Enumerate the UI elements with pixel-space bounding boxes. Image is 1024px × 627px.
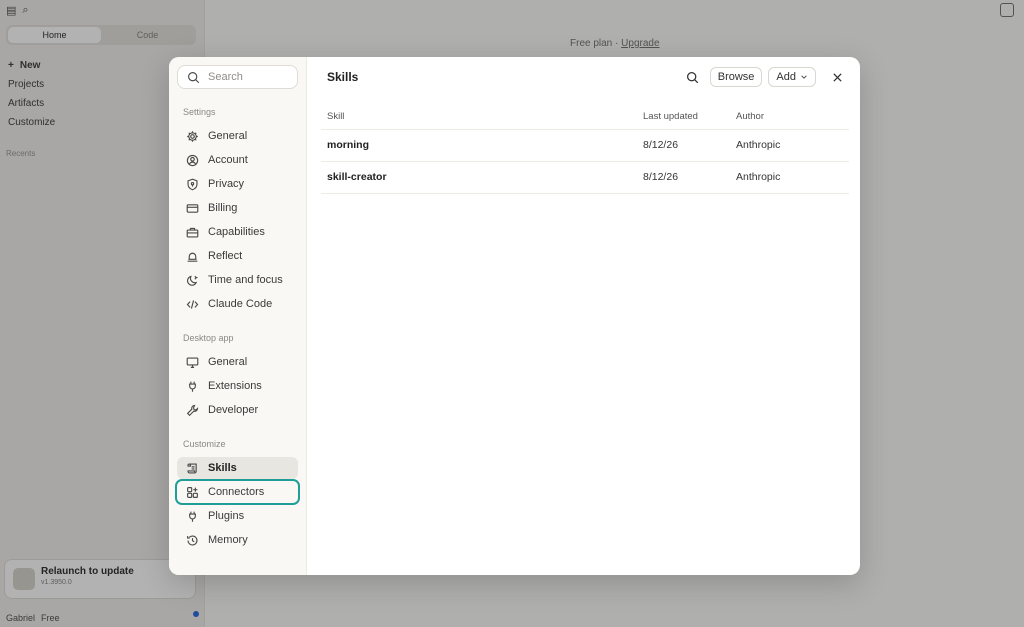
sidebar-item-billing[interactable]: Billing: [177, 197, 298, 219]
plug-icon: [185, 379, 199, 393]
sidebar-item-skills[interactable]: Skills: [177, 457, 298, 479]
skill-name: morning: [321, 129, 643, 162]
sidebar-item-memory[interactable]: Memory: [177, 529, 298, 551]
browse-button[interactable]: Browse: [709, 67, 763, 87]
section-settings: Settings: [183, 107, 216, 117]
skills-table: Skill Last updated Author morning 8/12/2…: [321, 105, 849, 194]
sidebar-item-capabilities[interactable]: Capabilities: [177, 221, 298, 243]
sidebar-item-time-and-focus[interactable]: Time and focus: [177, 269, 298, 291]
connectors-icon: [185, 485, 199, 499]
sidebar-item-privacy[interactable]: Privacy: [177, 173, 298, 195]
add-button[interactable]: Add: [768, 67, 816, 87]
search-icon: [186, 70, 200, 84]
user-circle-icon: [185, 153, 199, 167]
skill-name: skill-creator: [321, 161, 643, 194]
gear-icon: [185, 129, 199, 143]
skill-updated: 8/12/26: [643, 129, 736, 162]
sidebar-item-desktop-general[interactable]: General: [177, 351, 298, 373]
sidebar-item-claude-code[interactable]: Claude Code: [177, 293, 298, 315]
toolbox-icon: [185, 225, 199, 239]
plug-icon: [185, 509, 199, 523]
history-icon: [185, 533, 199, 547]
section-customize: Customize: [183, 439, 226, 449]
moon-icon: [185, 273, 199, 287]
sidebar-item-account[interactable]: Account: [177, 149, 298, 171]
close-icon: [832, 72, 842, 82]
sidebar-item-developer[interactable]: Developer: [177, 399, 298, 421]
shield-icon: [185, 177, 199, 191]
panel-header: Skills Browse Add: [307, 57, 860, 97]
sidebar-item-connectors[interactable]: Connectors: [175, 479, 300, 505]
skill-author: Anthropic: [736, 129, 849, 162]
column-header-author: Author: [736, 105, 849, 130]
scroll-icon: [185, 461, 199, 475]
close-button[interactable]: [826, 66, 848, 88]
settings-search[interactable]: [177, 65, 298, 89]
sidebar-item-general[interactable]: General: [177, 125, 298, 147]
sidebar-item-extensions[interactable]: Extensions: [177, 375, 298, 397]
table-header-row: Skill Last updated Author: [321, 105, 849, 130]
search-skills-button[interactable]: [682, 66, 704, 88]
settings-modal: Settings General Account Privacy Billing…: [169, 57, 860, 575]
sidebar-item-reflect[interactable]: Reflect: [177, 245, 298, 267]
search-input[interactable]: [208, 71, 288, 83]
code-icon: [185, 297, 199, 311]
wrench-icon: [185, 403, 199, 417]
credit-card-icon: [185, 201, 199, 215]
search-icon: [687, 71, 699, 83]
page-title: Skills: [327, 70, 359, 84]
section-desktop-app: Desktop app: [183, 333, 234, 343]
chevron-down-icon: [801, 75, 807, 79]
column-header-skill: Skill: [321, 105, 643, 130]
settings-sidebar: Settings General Account Privacy Billing…: [169, 57, 307, 575]
table-row[interactable]: skill-creator 8/12/26 Anthropic: [321, 161, 849, 194]
bell-icon: [185, 249, 199, 263]
table-row[interactable]: morning 8/12/26 Anthropic: [321, 129, 849, 162]
skills-panel: Skills Browse Add Skill Last updated Aut…: [307, 57, 860, 575]
monitor-icon: [185, 355, 199, 369]
sidebar-item-plugins[interactable]: Plugins: [177, 505, 298, 527]
column-header-last-updated: Last updated: [643, 105, 736, 130]
skill-updated: 8/12/26: [643, 161, 736, 194]
skill-author: Anthropic: [736, 161, 849, 194]
